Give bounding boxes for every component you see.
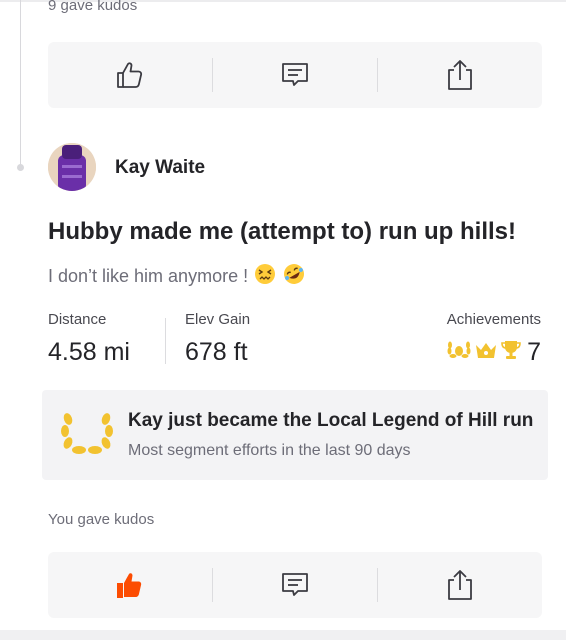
activity-title[interactable]: Hubby made me (attempt to) run up hills!	[48, 218, 516, 246]
comment-icon	[280, 570, 310, 600]
local-legend-card[interactable]: Kay just became the Local Legend of Hill…	[42, 390, 548, 480]
athlete-avatar[interactable]	[48, 143, 96, 191]
stat-divider	[165, 318, 166, 364]
comment-button[interactable]	[213, 552, 377, 618]
distance-value: 4.58 mi	[48, 338, 130, 366]
achievements-row: 7	[446, 338, 541, 367]
distance-stat: Distance 4.58 mi	[48, 311, 130, 367]
kudos-button-active[interactable]	[48, 552, 212, 618]
achievements-label: Achievements	[446, 311, 541, 328]
timeline-line	[20, 0, 21, 166]
comment-icon	[280, 60, 310, 90]
comment-button[interactable]	[213, 42, 377, 108]
rofl-emoji	[282, 262, 306, 291]
you-gave-kudos-text[interactable]: You gave kudos	[48, 511, 154, 528]
trophy-icon	[500, 339, 522, 366]
local-legend-subtitle: Most segment efforts in the last 90 days	[128, 442, 411, 459]
local-legend-laurel-icon	[59, 409, 115, 462]
distance-label: Distance	[48, 311, 107, 328]
elev-gain-stat: Elev Gain 678 ft	[185, 311, 250, 367]
confounded-face-emoji	[254, 263, 276, 290]
description-text: I don’t like him anymore !	[48, 266, 249, 286]
local-legend-title: Kay just became the Local Legend of Hill…	[128, 410, 534, 431]
elev-gain-label: Elev Gain	[185, 311, 251, 328]
achievements-count: 7	[527, 338, 541, 366]
laurel-icon	[446, 340, 472, 365]
share-icon	[445, 58, 475, 92]
elev-gain-value: 678 ft	[185, 338, 248, 366]
thumbs-up-filled-icon	[114, 569, 146, 601]
crown-icon	[474, 340, 498, 365]
athlete-name[interactable]: Kay Waite	[115, 157, 205, 179]
thumbs-up-icon	[114, 59, 146, 91]
share-button[interactable]	[378, 42, 542, 108]
share-icon	[445, 568, 475, 602]
activity-actions-bar	[48, 552, 542, 618]
activity-description: I don’t like him anymore !	[48, 262, 306, 291]
share-button[interactable]	[378, 552, 542, 618]
timeline-dot	[17, 164, 24, 171]
achievements-stat[interactable]: Achievements 7	[446, 311, 541, 367]
kudos-button[interactable]	[48, 42, 212, 108]
activity-actions-bar	[48, 42, 542, 108]
kudos-count-text[interactable]: 9 gave kudos	[48, 0, 137, 14]
feed-separator	[0, 630, 566, 640]
